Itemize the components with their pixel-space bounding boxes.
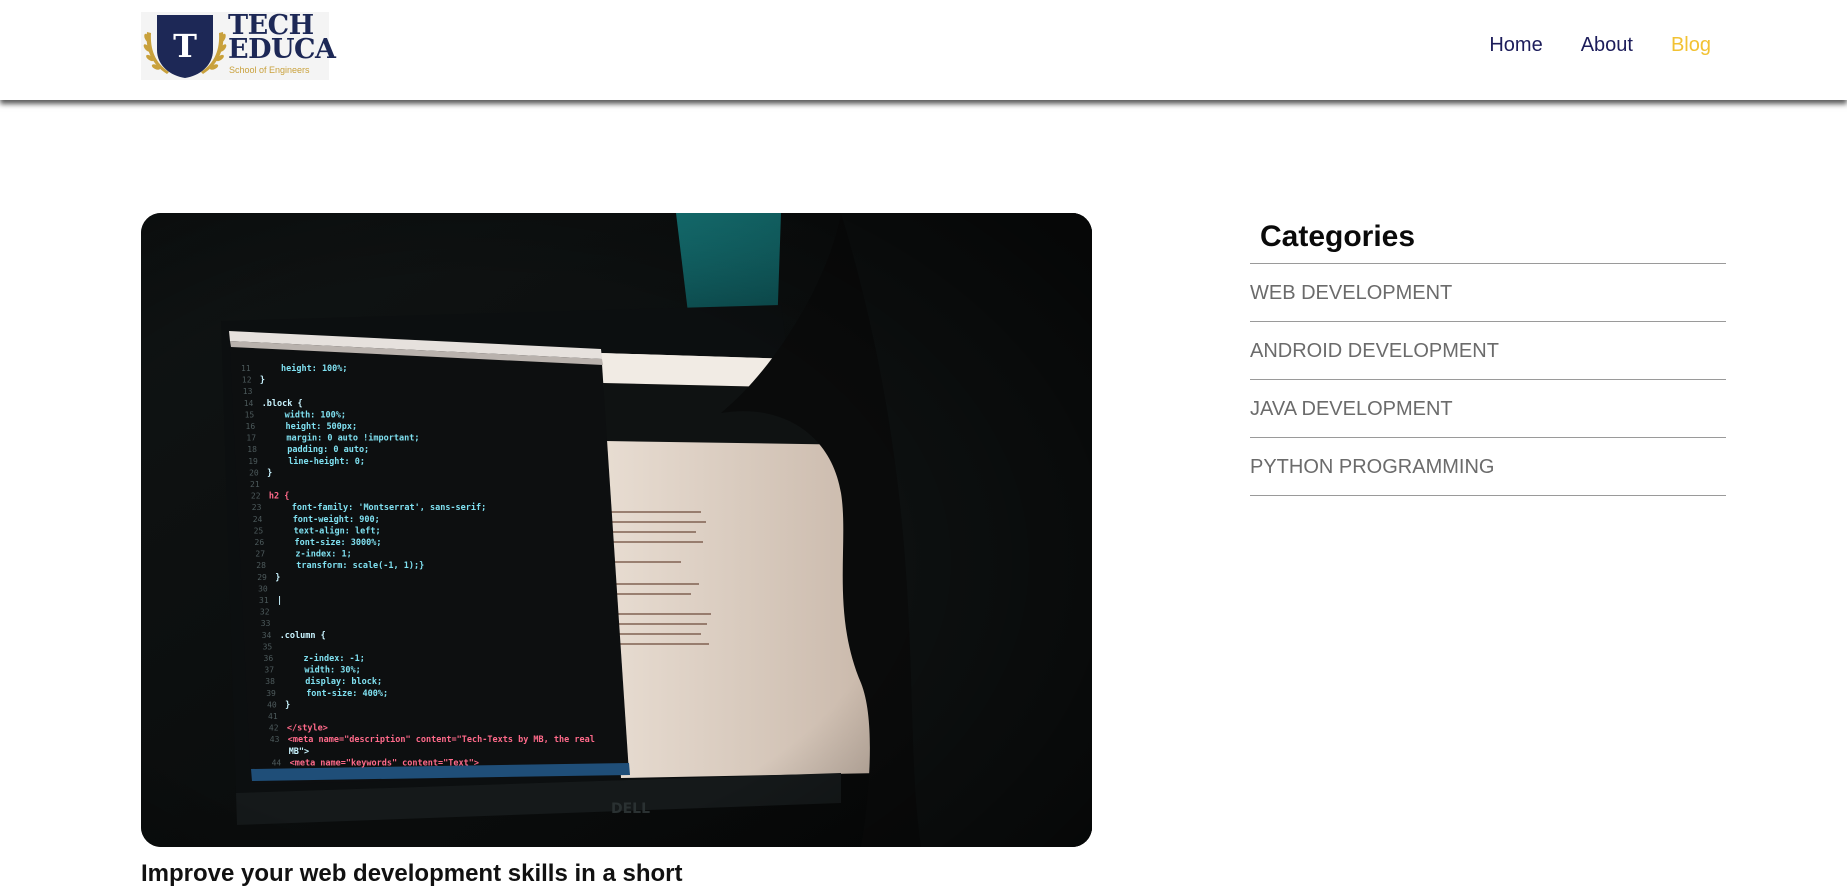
categories-sidebar: Categories WEB DEVELOPMENT ANDROID DEVEL… [1250, 217, 1726, 496]
categories-heading: Categories [1260, 220, 1416, 253]
category-java-development[interactable]: JAVA DEVELOPMENT [1250, 380, 1726, 438]
top-navbar: T TECH EDUCA School of Engineers Home Ab… [0, 0, 1847, 100]
post-title[interactable]: Improve your web development skills in a… [141, 860, 682, 888]
post-featured-image[interactable]: 11height: 100%;12}1314.block {15width: 1… [141, 213, 1092, 847]
site-logo[interactable]: T TECH EDUCA School of Engineers [141, 12, 336, 80]
logo-letter: T [173, 27, 197, 65]
category-android-development[interactable]: ANDROID DEVELOPMENT [1250, 322, 1726, 380]
logo-tagline: School of Engineers [229, 65, 310, 75]
logo-shield-icon: T [143, 15, 227, 78]
category-python-programming[interactable]: PYTHON PROGRAMMING [1250, 438, 1726, 496]
laptop-code-photo: 11height: 100%;12}1314.block {15width: 1… [141, 213, 1092, 847]
nav-link-about[interactable]: About [1581, 33, 1633, 57]
main-nav: Home About Blog [1451, 33, 1711, 57]
category-web-development[interactable]: WEB DEVELOPMENT [1250, 264, 1726, 322]
nav-link-blog[interactable]: Blog [1671, 33, 1711, 57]
logo-title-line2: EDUCA [228, 34, 336, 65]
categories-list: WEB DEVELOPMENT ANDROID DEVELOPMENT JAVA… [1250, 263, 1726, 496]
nav-link-home[interactable]: Home [1489, 33, 1542, 57]
